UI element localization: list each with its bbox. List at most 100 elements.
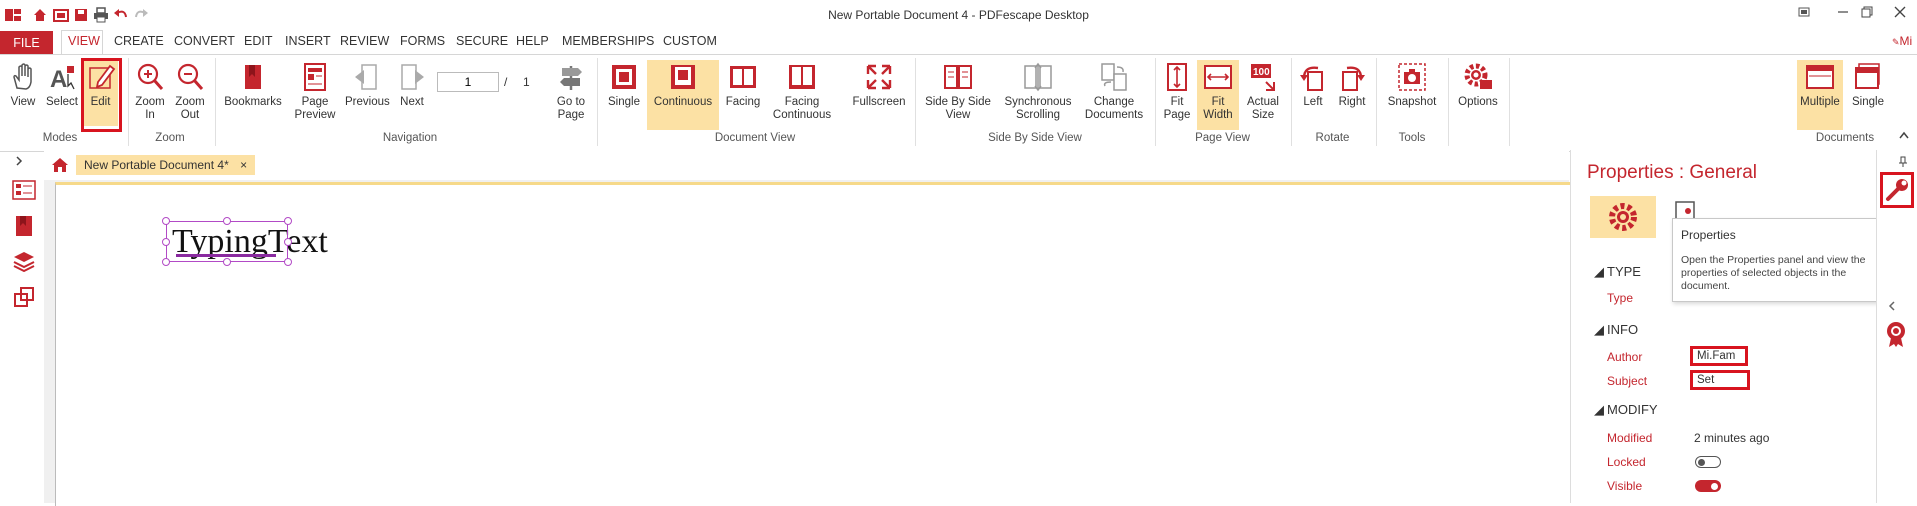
document-tab-close[interactable]: ×	[240, 158, 247, 172]
menu-review[interactable]: REVIEW	[340, 34, 389, 48]
next-icon	[401, 64, 424, 90]
menu-edit[interactable]: EDIT	[244, 34, 272, 48]
synchronous-scrolling-button[interactable]: Synchronous Scrolling	[1001, 62, 1075, 122]
menu-convert[interactable]: CONVERT	[174, 34, 235, 48]
select-mode-button[interactable]: A Select	[44, 62, 80, 109]
locked-toggle[interactable]	[1695, 456, 1721, 468]
facing-continuous-icon	[789, 65, 815, 89]
type-section-caret[interactable]: ◢	[1594, 264, 1604, 280]
document-view-group-label: Document View	[714, 132, 796, 144]
object-properties-tab[interactable]	[1672, 200, 1702, 221]
go-to-page-button[interactable]: Go to Page	[552, 62, 590, 122]
facing-continuous-button[interactable]: Facing Continuous	[769, 62, 835, 122]
fit-width-button[interactable]: Fit Width	[1197, 60, 1239, 130]
multiple-documents-button[interactable]: Multiple	[1797, 60, 1843, 130]
multiple-label: Multiple	[1800, 96, 1840, 108]
facing-view-button[interactable]: Facing	[723, 62, 763, 109]
change-documents-button[interactable]: Change Documents	[1081, 62, 1147, 122]
menu-custom[interactable]: CUSTOM	[663, 34, 717, 48]
general-properties-tab[interactable]	[1590, 196, 1656, 238]
view-mode-button[interactable]: View	[6, 62, 40, 109]
expand-sidebar-icon[interactable]	[13, 155, 25, 170]
single-window-icon	[1855, 63, 1880, 89]
zoom-out-label-2: Out	[180, 109, 200, 121]
menu-memberships[interactable]: MEMBERSHIPS	[562, 34, 654, 48]
menu-help[interactable]: HELP	[516, 34, 549, 48]
next-page-button[interactable]: Next	[397, 62, 427, 109]
modify-section-caret[interactable]: ◢	[1594, 402, 1604, 418]
fit-width-label-2: Width	[1203, 109, 1233, 121]
selection-handles[interactable]	[160, 215, 296, 270]
snapshot-button[interactable]: Snapshot	[1382, 62, 1442, 109]
author-value: Mi.Fam	[1697, 350, 1736, 362]
user-icon: ✎	[1892, 37, 1900, 47]
fit-width-label-1: Fit	[1211, 96, 1225, 108]
properties-panel-button[interactable]	[1880, 172, 1914, 208]
chevron-left-icon[interactable]	[1887, 300, 1897, 315]
zoom-out-label-1: Zoom	[175, 96, 205, 108]
sync-scroll-icon	[1024, 62, 1052, 92]
fullscreen-button[interactable]: Fullscreen	[848, 62, 910, 109]
author-field[interactable]: Mi.Fam	[1690, 346, 1748, 366]
side-by-side-group-label: Side By Side View	[988, 132, 1082, 144]
facing-continuous-label-1: Facing	[784, 96, 820, 108]
single-view-button[interactable]: Single	[604, 62, 644, 109]
rotate-right-button[interactable]: Right	[1335, 62, 1369, 109]
subject-field[interactable]: Set	[1690, 370, 1750, 390]
page-thumbnails-icon[interactable]	[12, 180, 36, 203]
rotate-left-button[interactable]: Left	[1297, 62, 1329, 109]
menu-secure[interactable]: SECURE	[456, 34, 508, 48]
bookmarks-panel-icon[interactable]	[15, 215, 33, 240]
fit-window-icon[interactable]	[1794, 5, 1814, 23]
single-page-icon	[612, 65, 636, 89]
locked-label: Locked	[1607, 455, 1646, 469]
side-by-side-icon	[944, 65, 972, 89]
user-menu[interactable]: ✎Mi	[1892, 34, 1912, 48]
page-separator: /	[504, 75, 508, 89]
menu-view[interactable]: VIEW	[68, 34, 100, 48]
zoom-group-label: Zoom	[155, 132, 185, 144]
page-preview-label-1: Page	[301, 96, 329, 108]
actual-size-button[interactable]: 100 Actual Size	[1243, 62, 1283, 122]
options-button[interactable]: Options	[1453, 62, 1503, 109]
page-preview-button[interactable]: Page Preview	[293, 62, 337, 122]
file-menu[interactable]: FILE	[0, 31, 53, 54]
modes-group-label: Modes	[42, 132, 78, 144]
single-document-button[interactable]: Single	[1848, 62, 1888, 109]
view-mode-label: View	[10, 96, 36, 108]
snapshot-label: Snapshot	[1387, 96, 1437, 108]
svg-text:100: 100	[1253, 67, 1270, 78]
home-tab-icon[interactable]	[51, 156, 69, 176]
separator	[215, 58, 216, 146]
layers-icon[interactable]	[12, 250, 36, 275]
close-button[interactable]	[1890, 5, 1910, 23]
document-tab[interactable]: New Portable Document 4* ×	[76, 155, 256, 175]
page-number-input[interactable]	[437, 72, 499, 92]
zoom-in-label-1: Zoom	[135, 96, 165, 108]
zoom-in-button[interactable]: Zoom In	[133, 62, 167, 122]
fit-page-button[interactable]: Fit Page	[1160, 62, 1194, 122]
page-view-group-label: Page View	[1195, 132, 1250, 144]
info-section-caret[interactable]: ◢	[1594, 322, 1604, 338]
attachments-icon[interactable]	[13, 286, 35, 311]
previous-page-button[interactable]: Previous	[345, 62, 390, 109]
certificate-icon[interactable]	[1884, 320, 1908, 351]
document-tab-strip	[44, 150, 1569, 180]
separator	[1448, 58, 1449, 146]
pin-icon[interactable]	[1898, 156, 1908, 171]
menu-create[interactable]: CREATE	[114, 34, 164, 48]
user-label: Mi	[1899, 34, 1913, 48]
restore-button[interactable]	[1857, 5, 1877, 23]
visible-toggle[interactable]	[1695, 480, 1721, 492]
modified-label: Modified	[1607, 431, 1653, 445]
menu-insert[interactable]: INSERT	[285, 34, 331, 48]
separator	[597, 58, 598, 146]
menu-forms[interactable]: FORMS	[400, 34, 445, 48]
continuous-view-button[interactable]: Continuous	[647, 60, 719, 130]
bookmarks-button[interactable]: Bookmarks	[222, 62, 284, 109]
collapse-ribbon-icon[interactable]	[1898, 130, 1910, 143]
side-by-side-button[interactable]: Side By Side View	[922, 62, 994, 122]
minimize-button[interactable]	[1833, 5, 1853, 23]
change-documents-icon	[1101, 63, 1127, 91]
zoom-out-button[interactable]: Zoom Out	[173, 62, 207, 122]
